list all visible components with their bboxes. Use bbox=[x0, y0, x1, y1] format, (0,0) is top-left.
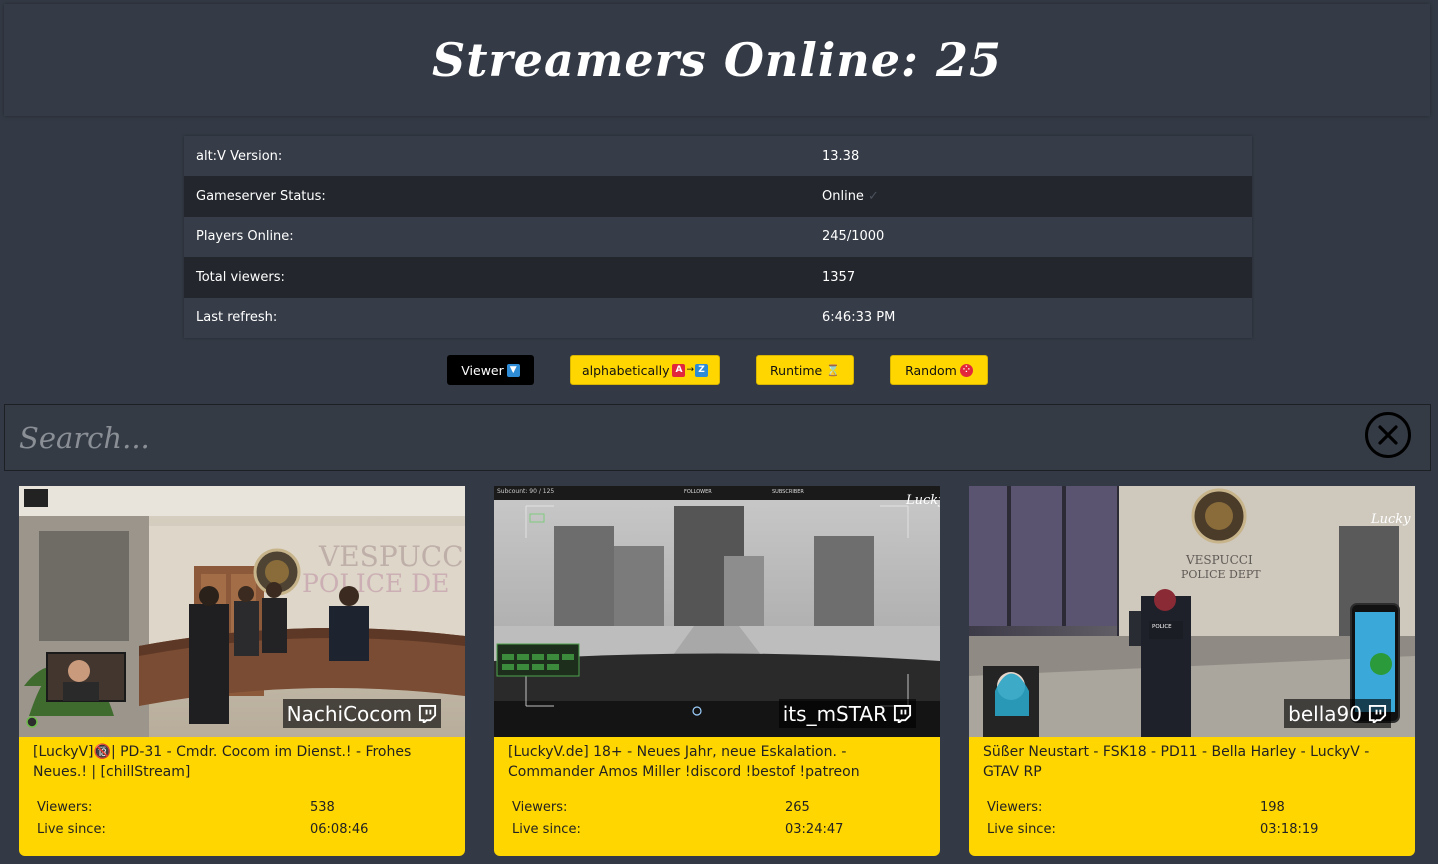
sort-runtime-label: Runtime bbox=[770, 362, 823, 378]
info-label: Gameserver Status: bbox=[196, 189, 326, 205]
overlay-text: Lucky bbox=[1370, 512, 1411, 527]
info-value: Online bbox=[822, 189, 864, 205]
twitch-icon bbox=[1368, 704, 1387, 723]
info-row-version: alt:V Version: 13.38 bbox=[184, 136, 1252, 177]
overlay-text: POLICE bbox=[1152, 624, 1172, 630]
live-since-value: 03:24:47 bbox=[785, 822, 844, 837]
arrow-right-icon: → bbox=[686, 365, 695, 375]
close-icon bbox=[1378, 425, 1398, 445]
sort-viewer-label: Viewer bbox=[461, 362, 504, 378]
sort-alpha-label: alphabetically bbox=[581, 362, 670, 378]
overlay-text: Lucky bbox=[905, 493, 940, 508]
stream-card[interactable]: Subcount: 90 / 125 FOLLOWER SUBSCRIBER L… bbox=[494, 486, 940, 856]
viewers-row: Viewers: 198 bbox=[987, 800, 1407, 815]
info-label: Total viewers: bbox=[196, 269, 285, 285]
overlay-text: Subcount: 90 / 125 bbox=[497, 488, 554, 495]
stream-title: Süßer Neustart - FSK18 - PD11 - Bella Ha… bbox=[983, 744, 1370, 780]
info-row-players: Players Online: 245/1000 bbox=[184, 216, 1252, 258]
page-header: Streamers Online: 25 bbox=[4, 4, 1430, 116]
live-since-label: Live since: bbox=[37, 822, 106, 837]
overlay-text: POLICE DE bbox=[302, 569, 449, 598]
arrow-down-icon: ▼ bbox=[506, 363, 520, 377]
page-title: Streamers Online: 25 bbox=[431, 33, 1003, 87]
streamer-name-tag: bella90 bbox=[1284, 699, 1391, 728]
info-value: 13.38 bbox=[822, 148, 860, 164]
viewers-label: Viewers: bbox=[512, 800, 568, 815]
sort-random-button[interactable]: Random ⁘ bbox=[890, 355, 988, 385]
hourglass-icon: ⌛ bbox=[826, 363, 840, 377]
info-label: alt:V Version: bbox=[196, 148, 283, 164]
live-since-row: Live since: 03:18:19 bbox=[987, 822, 1407, 837]
viewers-label: Viewers: bbox=[987, 800, 1043, 815]
streamer-name: its_mSTAR bbox=[782, 701, 887, 726]
info-row-viewers: Total viewers: 1357 bbox=[184, 257, 1252, 298]
streamer-name-tag: NachiCocom bbox=[282, 699, 441, 728]
letter-z-icon: Z bbox=[695, 363, 709, 377]
overlay-text: POLICE DEPT bbox=[1181, 568, 1261, 581]
info-label: Last refresh: bbox=[196, 310, 278, 326]
search-bar bbox=[4, 404, 1431, 471]
viewers-row: Viewers: 538 bbox=[37, 800, 457, 815]
overlay-text: FOLLOWER bbox=[684, 489, 712, 495]
sort-alphabetically-button[interactable]: alphabetically A → Z bbox=[570, 355, 720, 385]
info-value: 6:46:33 PM bbox=[822, 310, 896, 326]
live-since-row: Live since: 03:24:47 bbox=[512, 822, 932, 837]
stream-thumbnail[interactable]: Subcount: 90 / 125 FOLLOWER SUBSCRIBER L… bbox=[494, 486, 940, 737]
twitch-icon bbox=[418, 704, 437, 723]
info-label: Players Online: bbox=[196, 229, 294, 245]
live-since-label: Live since: bbox=[512, 822, 581, 837]
letter-a-icon: A bbox=[672, 363, 686, 377]
streamer-name: NachiCocom bbox=[286, 701, 412, 726]
sort-bar: Viewer ▼ alphabetically A → Z Runtime ⌛ … bbox=[0, 355, 1438, 386]
overlay-text: SUBSCRIBER bbox=[772, 489, 804, 495]
viewers-count: 198 bbox=[1260, 800, 1285, 815]
stream-info: [LuckyV.de] 18+ - Neues Jahr, neue Eskal… bbox=[494, 737, 940, 856]
live-since-value: 03:18:19 bbox=[1260, 822, 1319, 837]
info-row-status: Gameserver Status: Online ✓ bbox=[184, 176, 1252, 217]
search-input[interactable] bbox=[5, 405, 1345, 470]
stream-info: [LuckyV]🔞| PD-31 - Cmdr. Cocom im Dienst… bbox=[19, 737, 465, 856]
twitch-icon bbox=[893, 704, 912, 723]
stream-thumbnail[interactable]: VESPUCC POLICE DE NachiCocom bbox=[19, 486, 465, 737]
viewers-row: Viewers: 265 bbox=[512, 800, 932, 815]
live-since-label: Live since: bbox=[987, 822, 1056, 837]
stream-card[interactable]: VESPUCCI POLICE DEPT POLICE Lucky bella9… bbox=[969, 486, 1415, 856]
sort-runtime-button[interactable]: Runtime ⌛ bbox=[756, 355, 854, 385]
live-since-value: 06:08:46 bbox=[310, 822, 369, 837]
clear-search-button[interactable] bbox=[1365, 412, 1411, 458]
overlay-text: VESPUCCI bbox=[1185, 553, 1253, 567]
server-info-table: alt:V Version: 13.38 Gameserver Status: … bbox=[184, 136, 1252, 338]
info-value: 245/1000 bbox=[822, 229, 885, 245]
stream-card[interactable]: VESPUCC POLICE DE NachiCocom [LuckyV]🔞| … bbox=[19, 486, 465, 856]
info-row-refresh: Last refresh: 6:46:33 PM bbox=[184, 297, 1252, 338]
streamer-name-tag: its_mSTAR bbox=[778, 699, 916, 728]
stream-thumbnail[interactable]: VESPUCCI POLICE DEPT POLICE Lucky bella9… bbox=[969, 486, 1415, 737]
live-since-row: Live since: 06:08:46 bbox=[37, 822, 457, 837]
sort-viewer-button[interactable]: Viewer ▼ bbox=[447, 355, 534, 385]
streamer-name: bella90 bbox=[1288, 701, 1362, 726]
viewers-label: Viewers: bbox=[37, 800, 93, 815]
sort-random-label: Random bbox=[905, 362, 957, 378]
dice-icon: ⁘ bbox=[959, 363, 973, 377]
stream-title: [LuckyV.de] 18+ - Neues Jahr, neue Eskal… bbox=[508, 744, 860, 780]
stream-title: [LuckyV]🔞| PD-31 - Cmdr. Cocom im Dienst… bbox=[33, 744, 412, 780]
viewers-count: 538 bbox=[310, 800, 335, 815]
stream-info: Süßer Neustart - FSK18 - PD11 - Bella Ha… bbox=[969, 737, 1415, 856]
info-value: 1357 bbox=[822, 269, 856, 285]
viewers-count: 265 bbox=[785, 800, 810, 815]
check-icon: ✓ bbox=[867, 189, 879, 205]
